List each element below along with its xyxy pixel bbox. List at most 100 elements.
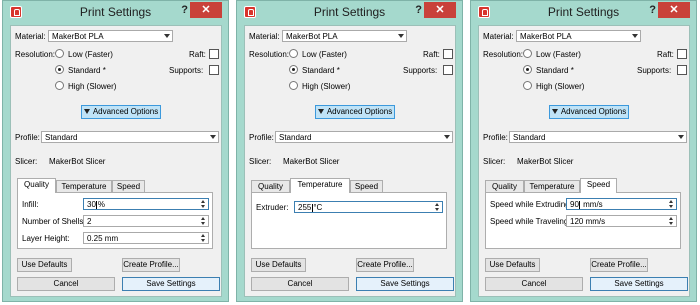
save-settings-button[interactable]: Save Settings: [122, 277, 220, 291]
spin-arrows-icon[interactable]: [668, 200, 675, 209]
resolution-high-radio[interactable]: [55, 81, 64, 90]
advanced-options-button[interactable]: Advanced Options: [315, 105, 395, 119]
cancel-button[interactable]: Cancel: [485, 277, 583, 291]
profile-label: Profile:: [249, 133, 274, 142]
raft-label: Raft:: [423, 50, 440, 59]
tab-temperature[interactable]: Temperature: [290, 178, 350, 193]
use-defaults-button[interactable]: Use Defaults: [17, 258, 72, 272]
advanced-options-label: Advanced Options: [326, 107, 393, 116]
raft-checkbox[interactable]: [677, 49, 687, 59]
save-settings-button[interactable]: Save Settings: [590, 277, 688, 291]
extruding-value-end: mm/s: [580, 200, 603, 209]
spin-arrows-icon[interactable]: [200, 217, 207, 226]
traveling-speed-input[interactable]: 120 mm/s: [566, 215, 677, 227]
layer-height-value: 0.25 mm: [87, 234, 119, 243]
profile-dropdown[interactable]: Standard: [275, 131, 453, 143]
help-button[interactable]: ?: [415, 4, 422, 16]
resolution-low-radio[interactable]: [523, 49, 532, 58]
advanced-options-button[interactable]: Advanced Options: [549, 105, 629, 119]
spin-arrows-icon[interactable]: [668, 217, 675, 226]
slicer-label: Slicer:: [15, 157, 38, 166]
supports-checkbox[interactable]: [209, 65, 219, 75]
shells-input[interactable]: 2: [83, 215, 209, 227]
spin-arrows-icon[interactable]: [200, 200, 207, 209]
profile-value: Standard: [279, 133, 312, 142]
raft-checkbox[interactable]: [209, 49, 219, 59]
makerbot-logo-icon: [244, 6, 256, 18]
use-defaults-button[interactable]: Use Defaults: [251, 258, 306, 272]
resolution-high-radio[interactable]: [289, 81, 298, 90]
create-profile-button[interactable]: Create Profile...: [590, 258, 648, 272]
extruding-value-start: 90: [570, 200, 579, 209]
resolution-high-radio[interactable]: [523, 81, 532, 90]
material-label: Material:: [483, 32, 514, 41]
create-profile-button[interactable]: Create Profile...: [122, 258, 180, 272]
profile-dropdown[interactable]: Standard: [509, 131, 687, 143]
advanced-options-button[interactable]: Advanced Options: [81, 105, 161, 119]
title-bar[interactable]: Print Settings ? ✕: [471, 1, 696, 24]
raft-label: Raft:: [189, 50, 206, 59]
resolution-standard-label[interactable]: Standard *: [302, 66, 340, 75]
material-dropdown[interactable]: MakerBot PLA: [48, 30, 173, 42]
makerbot-logo-icon: [10, 6, 22, 18]
resolution-low-label[interactable]: Low (Faster): [68, 50, 113, 59]
resolution-low-radio[interactable]: [289, 49, 298, 58]
resolution-standard-radio[interactable]: [523, 65, 532, 74]
chevron-down-icon: [398, 34, 404, 38]
extruder-value-start: 255: [298, 203, 312, 212]
print-settings-window-temperature: Print Settings ? ✕ Material: MakerBot PL…: [236, 0, 463, 302]
create-profile-button[interactable]: Create Profile...: [356, 258, 414, 272]
tab-speed[interactable]: Speed: [580, 178, 617, 193]
slicer-value: MakerBot Slicer: [49, 157, 106, 166]
infill-input[interactable]: 30%: [83, 198, 209, 210]
print-settings-window-speed: Print Settings ? ✕ Material: MakerBot PL…: [470, 0, 697, 302]
resolution-high-label[interactable]: High (Slower): [302, 82, 350, 91]
cancel-button[interactable]: Cancel: [251, 277, 349, 291]
layer-height-input[interactable]: 0.25 mm: [83, 232, 209, 244]
slicer-label: Slicer:: [483, 157, 506, 166]
extruding-speed-input[interactable]: 90 mm/s: [566, 198, 677, 210]
resolution-low-radio[interactable]: [55, 49, 64, 58]
extruder-value-end: °C: [313, 203, 323, 212]
title-bar[interactable]: Print Settings ? ✕: [3, 1, 228, 24]
close-button[interactable]: ✕: [424, 2, 456, 18]
traveling-speed-label: Speed while Traveling:: [490, 217, 571, 226]
supports-checkbox[interactable]: [443, 65, 453, 75]
infill-value-end: %: [97, 200, 106, 209]
extruder-temperature-input[interactable]: 255 °C: [294, 201, 443, 213]
resolution-standard-radio[interactable]: [289, 65, 298, 74]
material-dropdown[interactable]: MakerBot PLA: [516, 30, 641, 42]
cancel-button[interactable]: Cancel: [17, 277, 115, 291]
close-button[interactable]: ✕: [190, 2, 222, 18]
profile-value: Standard: [45, 133, 78, 142]
close-button[interactable]: ✕: [658, 2, 690, 18]
use-defaults-button[interactable]: Use Defaults: [485, 258, 540, 272]
title-bar[interactable]: Print Settings ? ✕: [237, 1, 462, 24]
speed-panel: Speed while Extruding: 90 mm/s Speed whi…: [485, 192, 681, 249]
raft-checkbox[interactable]: [443, 49, 453, 59]
resolution-low-label[interactable]: Low (Faster): [536, 50, 581, 59]
help-button[interactable]: ?: [181, 4, 188, 16]
resolution-standard-label[interactable]: Standard *: [68, 66, 106, 75]
material-dropdown[interactable]: MakerBot PLA: [282, 30, 407, 42]
resolution-low-label[interactable]: Low (Faster): [302, 50, 347, 59]
infill-value-start: 30: [87, 200, 96, 209]
resolution-standard-label[interactable]: Standard *: [536, 66, 574, 75]
tab-quality[interactable]: Quality: [17, 178, 56, 193]
shells-value: 2: [87, 217, 92, 226]
resolution-high-label[interactable]: High (Slower): [68, 82, 116, 91]
supports-checkbox[interactable]: [677, 65, 687, 75]
profile-dropdown[interactable]: Standard: [41, 131, 219, 143]
resolution-standard-radio[interactable]: [55, 65, 64, 74]
help-button[interactable]: ?: [649, 4, 656, 16]
triangle-down-icon: [83, 109, 90, 115]
extruder-label: Extruder:: [256, 203, 289, 212]
advanced-options-label: Advanced Options: [92, 107, 159, 116]
save-settings-button[interactable]: Save Settings: [356, 277, 454, 291]
supports-label: Supports:: [403, 66, 438, 75]
chevron-down-icon: [678, 135, 684, 139]
spin-arrows-icon[interactable]: [200, 234, 207, 243]
resolution-label: Resolution:: [15, 50, 56, 59]
spin-arrows-icon[interactable]: [434, 203, 441, 212]
resolution-high-label[interactable]: High (Slower): [536, 82, 584, 91]
